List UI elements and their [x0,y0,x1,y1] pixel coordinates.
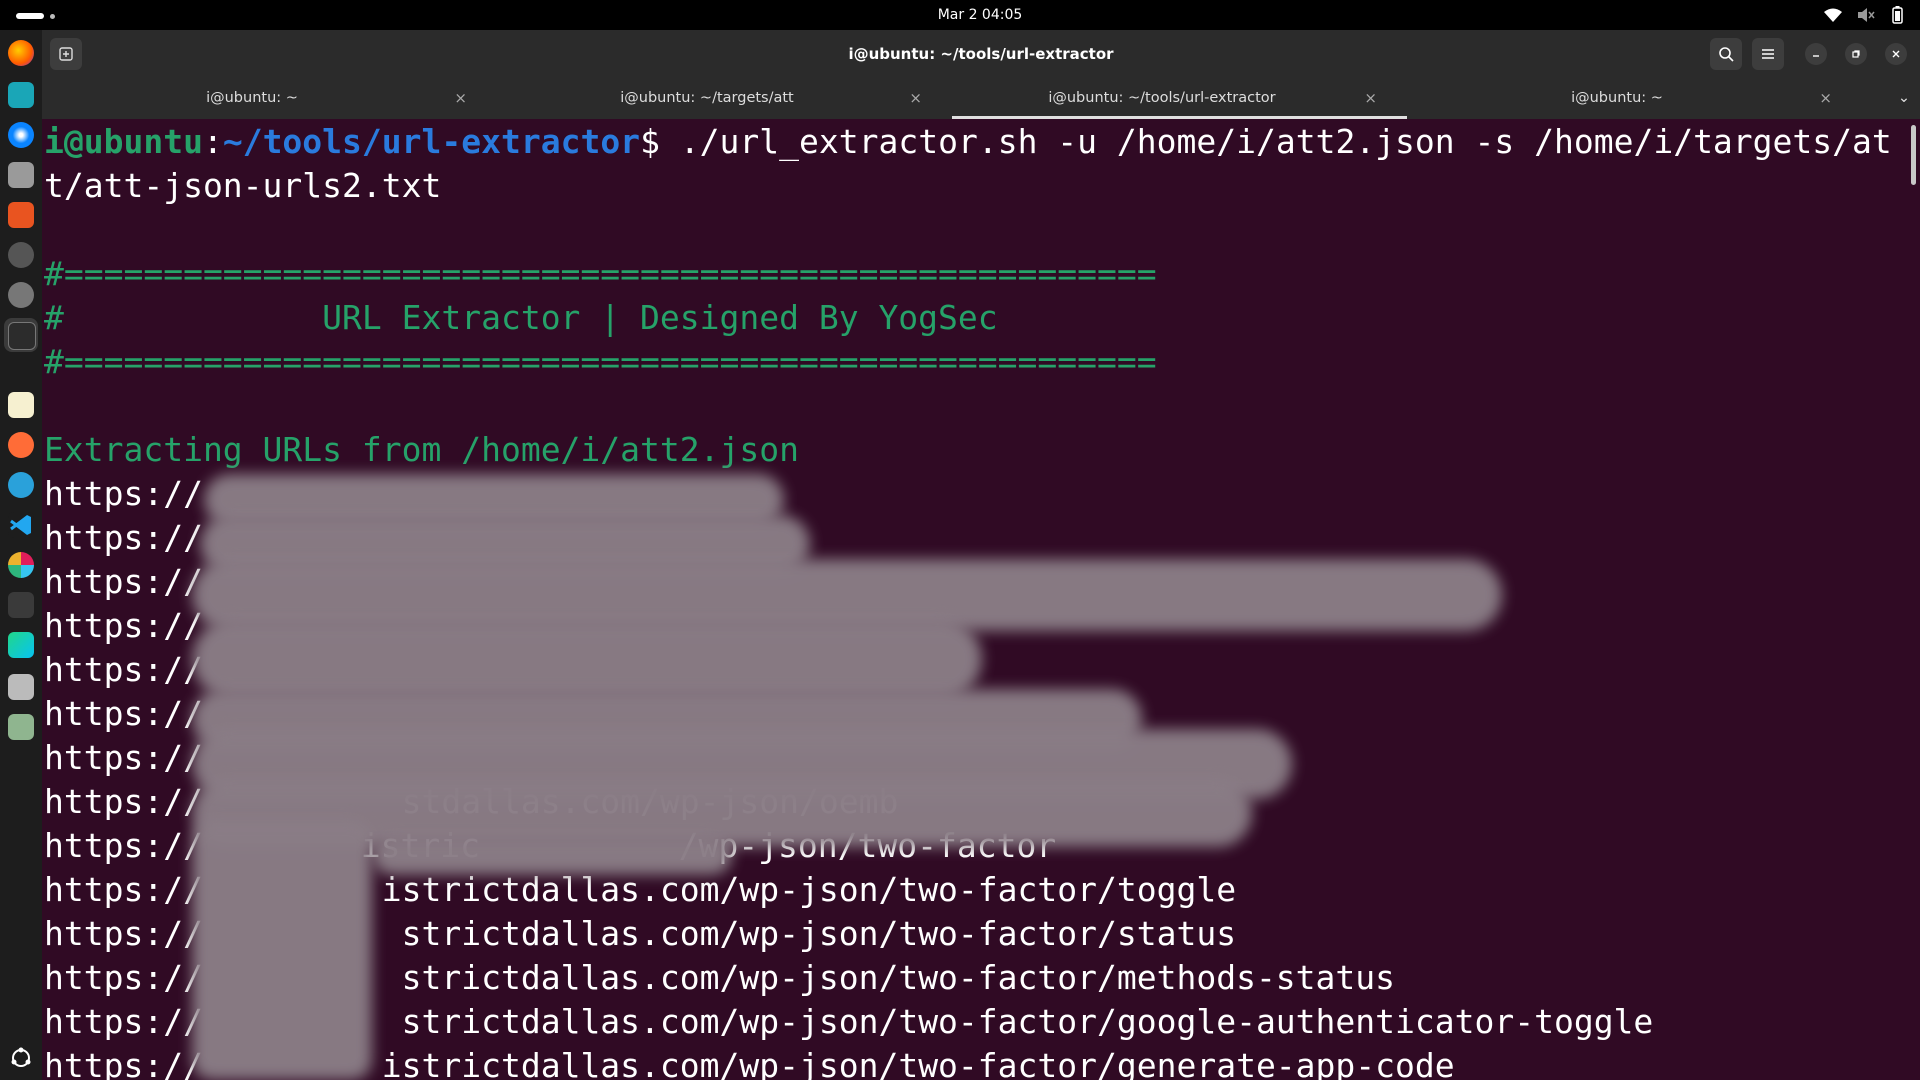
url-scheme: https:// [44,562,203,601]
app-center-icon[interactable] [8,202,34,228]
battery-icon [1886,4,1908,26]
slack-icon[interactable] [8,552,34,578]
wifi-icon [1822,4,1844,26]
minimize-button[interactable] [1805,43,1827,65]
extracting-message: Extracting URLs from /home/i/att2.json [44,430,799,469]
search-button[interactable] [1710,38,1742,70]
url-scheme: https:// [44,738,203,777]
url-line: https:// [44,692,203,736]
url-line: https:// [44,824,203,868]
tab-targets-att[interactable]: i@ubuntu: ~/targets/att × [497,78,952,119]
close-window-button[interactable] [1885,43,1907,65]
clock-icon[interactable] [8,242,34,268]
maximize-button[interactable] [1845,43,1867,65]
url-scheme: https:// [44,474,203,513]
tab-label: i@ubuntu: ~/targets/att [620,90,794,106]
url-line: https:// [44,516,203,560]
close-icon [1892,50,1900,58]
clock[interactable]: Mar 2 04:05 [0,0,1920,30]
scrollbar[interactable] [1911,125,1916,185]
trash-icon[interactable] [8,714,34,740]
url-scheme: https:// [44,1046,203,1080]
image-viewer-icon[interactable] [8,674,34,700]
vscode-icon[interactable] [8,512,34,538]
url-line: https:// [44,736,203,780]
tab-label: i@ubuntu: ~ [206,90,298,106]
prompt-path: ~/tools/url-extractor [222,122,641,161]
prompt-colon: : [202,122,223,161]
banner-rule-bottom: #=======================================… [44,342,1157,381]
system-top-bar: Mar 2 04:05 [0,0,1920,30]
tab-home-2[interactable]: i@ubuntu: ~ × [1407,78,1862,119]
url-scheme: https:// [44,826,203,865]
dock [0,30,42,1080]
text-editor-icon[interactable] [8,392,34,418]
hamburger-icon [1762,49,1774,59]
command-line: i@ubuntu:~/tools/url-extractor$ ./url_ex… [44,120,1892,164]
url-scheme: https:// [44,914,203,953]
postman-icon[interactable] [8,432,34,458]
tab-close-icon[interactable]: × [1819,78,1832,119]
pycharm-icon[interactable] [8,632,34,658]
thunderbolt-app-icon[interactable] [8,82,34,108]
minimize-icon [1813,55,1819,57]
url-tail: strictdallas.com/wp-json/two-factor/goog… [202,1002,1654,1041]
window-title: i@ubuntu: ~/tools/url-extractor [848,45,1114,63]
banner-title: # URL Extractor | Designed By YogSec [44,298,998,337]
url-scheme: https:// [44,694,203,733]
terminal-output[interactable]: i@ubuntu:~/tools/url-extractor$ ./url_ex… [42,119,1920,1080]
volume-muted-icon [1854,4,1876,26]
command-wrap-line: t/att-json-urls2.txt [44,166,442,205]
redaction-blur [192,819,372,1080]
url-scheme: https:// [44,870,203,909]
show-apps-icon[interactable] [8,1045,34,1071]
tab-url-extractor[interactable]: i@ubuntu: ~/tools/url-extractor × [952,78,1407,119]
prompt-user: i@ubuntu [44,122,203,161]
tab-label: i@ubuntu: ~/tools/url-extractor [1048,90,1276,106]
command-text: ./url_extractor.sh -u /home/i/att2.json … [679,122,1892,161]
url-line: https:// [44,472,203,516]
redaction-blur [192,619,982,699]
url-line: https:// [44,604,203,648]
menu-button[interactable] [1752,38,1784,70]
tab-label: i@ubuntu: ~ [1571,90,1663,106]
window-titlebar: i@ubuntu: ~/tools/url-extractor [42,30,1920,78]
firefox-icon[interactable] [8,40,34,66]
tab-home-1[interactable]: i@ubuntu: ~ × [42,78,497,119]
terminal-icon[interactable] [8,322,36,350]
url-line: https:// [44,648,203,692]
telegram-icon[interactable] [8,472,34,498]
banner-rule-top: #=======================================… [44,254,1157,293]
url-line: https:// [44,560,203,604]
url-tail: istrictdallas.com/wp-json/two-factor/gen… [202,1046,1455,1080]
url-tail: strictdallas.com/wp-json/two-factor/meth… [202,958,1396,997]
thunderbird-icon[interactable] [8,122,34,148]
prompt-dollar: $ [640,122,680,161]
system-monitor-icon[interactable] [8,592,34,618]
settings-icon[interactable] [8,282,34,308]
restore-icon [1852,50,1860,58]
system-tray[interactable] [1822,4,1908,26]
tab-bar: i@ubuntu: ~ × i@ubuntu: ~/targets/att × … [42,78,1920,119]
tab-overview-chevron-icon[interactable]: ⌄ [1898,78,1910,119]
url-scheme: https:// [44,606,203,645]
redaction-blur [372,835,732,875]
url-scheme: https:// [44,650,203,689]
url-scheme: https:// [44,518,203,557]
files-icon[interactable] [8,162,34,188]
url-scheme: https:// [44,958,203,997]
search-icon [1719,47,1734,62]
tab-close-icon[interactable]: × [909,78,922,119]
tab-close-icon[interactable]: × [1364,78,1377,119]
tab-close-icon[interactable]: × [454,78,467,119]
url-scheme: https:// [44,782,203,821]
url-scheme: https:// [44,1002,203,1041]
